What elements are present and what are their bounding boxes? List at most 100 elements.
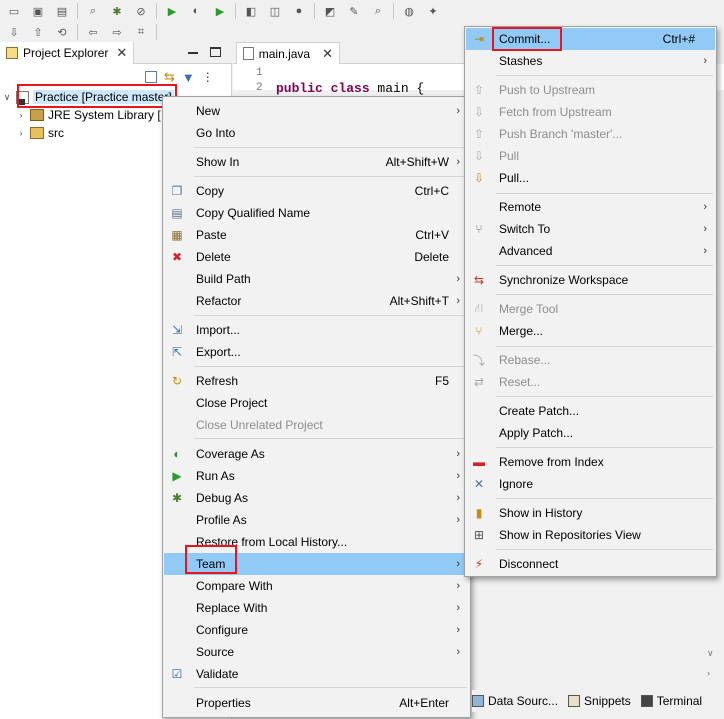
scrollbar-arrow-icon[interactable]: ›: [707, 668, 710, 678]
close-icon[interactable]: ✕: [116, 45, 127, 61]
menu-item-new[interactable]: New ›: [164, 100, 469, 122]
copy-qualified-icon: ▤: [171, 206, 183, 220]
menu-item-replace-with[interactable]: Replace With ›: [164, 597, 469, 619]
menu-item-label: Remove from Index: [499, 455, 604, 469]
menu-item-source[interactable]: Source ›: [164, 641, 469, 663]
disconnect-icon: ⚡: [474, 557, 484, 571]
menu-item-close-project[interactable]: Close Project: [164, 392, 469, 414]
menu-item-run-as[interactable]: ▶ Run As ›: [164, 465, 469, 487]
new-java-project-icon[interactable]: ◧: [243, 3, 259, 19]
menu-item-properties[interactable]: Properties Alt+Enter: [164, 692, 469, 714]
menu-item-ignore[interactable]: ✕ Ignore: [466, 473, 715, 495]
menu-item-export[interactable]: ⇱ Export...: [164, 341, 469, 363]
chevron-right-icon[interactable]: ›: [16, 110, 26, 120]
back-icon[interactable]: ⇦: [85, 24, 101, 40]
toolbar-separator: [156, 3, 157, 19]
menu-item-compare-with[interactable]: Compare With ›: [164, 575, 469, 597]
run-icon[interactable]: ▶: [164, 3, 180, 19]
toolbar-separator: [77, 24, 78, 40]
filter-icon[interactable]: ▼: [182, 70, 195, 85]
search-icon[interactable]: ⌕: [370, 3, 386, 19]
perspective-icon[interactable]: ✦: [425, 3, 441, 19]
external-tools-icon[interactable]: ▶: [212, 3, 228, 19]
menu-item-label: Reset...: [499, 375, 541, 389]
previous-annotation-icon[interactable]: ⇧: [30, 24, 46, 40]
menu-item-advanced[interactable]: Advanced ›: [466, 240, 715, 262]
menu-item-remote[interactable]: Remote ›: [466, 196, 715, 218]
save-all-icon[interactable]: ▤: [54, 3, 70, 19]
bottom-view-tabbar: Data Sourc... Snippets Terminal: [472, 690, 724, 712]
menu-item-delete[interactable]: ✖ Delete Delete: [164, 246, 469, 268]
bottom-tab-data-sourc[interactable]: Data Sourc...: [472, 694, 558, 708]
view-menu-icon[interactable]: ⋮: [202, 70, 214, 84]
submenu-arrow-icon: ›: [456, 470, 460, 482]
menu-item-go-into[interactable]: Go Into: [164, 122, 469, 144]
link-with-editor-icon[interactable]: ⇆: [164, 69, 175, 85]
menu-item-show-in-repositories-view[interactable]: ⊞ Show in Repositories View: [466, 524, 715, 546]
menu-item-coverage-as[interactable]: ◐ Coverage As ›: [164, 443, 469, 465]
menu-item-switch-to[interactable]: ⑂ Switch To ›: [466, 218, 715, 240]
menu-item-copy-qualified-name[interactable]: ▤ Copy Qualified Name: [164, 202, 469, 224]
pin-editor-icon[interactable]: ⌗: [133, 24, 149, 40]
new-class-icon[interactable]: ●: [291, 3, 307, 19]
new-package-icon[interactable]: ◫: [267, 3, 283, 19]
menu-item-refactor[interactable]: Refactor Alt+Shift+T ›: [164, 290, 469, 312]
search-icon[interactable]: ⌕: [85, 3, 101, 19]
menu-item-synchronize-workspace[interactable]: ⇆ Synchronize Workspace: [466, 269, 715, 291]
delete-icon: ✖: [171, 250, 183, 264]
menu-item-apply-patch[interactable]: Apply Patch...: [466, 422, 715, 444]
forward-icon[interactable]: ⇨: [109, 24, 125, 40]
menu-item-show-in[interactable]: Show In Alt+Shift+W ›: [164, 151, 469, 173]
menu-item-label: Show in Repositories View: [499, 528, 641, 542]
checkmark-icon: ☑: [171, 667, 183, 681]
editor-tab-main-java[interactable]: main.java ✕: [236, 42, 340, 64]
menu-item-validate[interactable]: ☑ Validate: [164, 663, 469, 685]
menu-item-profile-as[interactable]: Profile As ›: [164, 509, 469, 531]
web-browser-icon[interactable]: ◍: [401, 3, 417, 19]
annotation-highlight-team: [185, 545, 237, 574]
coverage-icon[interactable]: ◐: [188, 3, 204, 19]
menu-item-refresh[interactable]: ↻ Refresh F5: [164, 370, 469, 392]
tree-item-jre-library[interactable]: › JRE System Library [: [16, 106, 161, 124]
save-icon[interactable]: ▣: [30, 3, 46, 19]
menu-item-remove-from-index[interactable]: ▬ Remove from Index: [466, 451, 715, 473]
menu-item-create-patch[interactable]: Create Patch...: [466, 400, 715, 422]
menu-item-import[interactable]: ⇲ Import...: [164, 319, 469, 341]
menu-item-copy[interactable]: ❐ Copy Ctrl+C: [164, 180, 469, 202]
menu-item-merge[interactable]: ⑂ Merge...: [466, 320, 715, 342]
maximize-view-icon[interactable]: [210, 47, 221, 57]
remove-icon: ▬: [473, 455, 485, 469]
terminal-icon: [640, 695, 653, 707]
menu-item-paste[interactable]: ▦ Paste Ctrl+V: [164, 224, 469, 246]
code-keyword: public class: [276, 81, 370, 96]
menu-item-build-path[interactable]: Build Path ›: [164, 268, 469, 290]
project-explorer-tab[interactable]: Project Explorer ✕: [0, 42, 135, 64]
menu-item-close-unrelated-project: Close Unrelated Project: [164, 414, 469, 436]
collapse-all-icon[interactable]: [145, 71, 157, 83]
close-icon[interactable]: ✕: [322, 46, 333, 62]
menu-item-label: Apply Patch...: [499, 426, 574, 440]
scrollbar-down-icon[interactable]: ∨: [707, 648, 714, 659]
open-task-icon[interactable]: ✎: [346, 3, 362, 19]
menu-item-debug-as[interactable]: ✱ Debug As ›: [164, 487, 469, 509]
bottom-tab-terminal[interactable]: Terminal: [640, 694, 702, 708]
menu-item-show-in-history[interactable]: ▮ Show in History: [466, 502, 715, 524]
menu-item-stashes[interactable]: Stashes ›: [466, 50, 715, 72]
new-icon[interactable]: ▭: [6, 3, 22, 19]
next-annotation-icon[interactable]: ⇩: [6, 24, 22, 40]
tree-item-src[interactable]: › src: [16, 124, 65, 142]
chevron-down-icon[interactable]: ∨: [2, 92, 12, 103]
menu-item-pull[interactable]: ⇩ Pull...: [466, 167, 715, 189]
open-type-icon[interactable]: ◩: [322, 3, 338, 19]
menu-item-label: Show In: [196, 155, 240, 169]
chevron-right-icon[interactable]: ›: [16, 128, 26, 138]
code-line: public class main {: [276, 81, 424, 96]
last-edit-icon[interactable]: ⟲: [54, 24, 70, 40]
bottom-tab-snippets[interactable]: Snippets: [568, 694, 631, 708]
menu-item-disconnect[interactable]: ⚡ Disconnect: [466, 553, 715, 575]
menu-item-configure[interactable]: Configure ›: [164, 619, 469, 641]
skip-breakpoints-icon[interactable]: ⊘: [133, 3, 149, 19]
debug-icon[interactable]: ✱: [109, 3, 125, 19]
minimize-view-icon[interactable]: [188, 52, 198, 54]
submenu-arrow-icon: ›: [456, 624, 460, 636]
